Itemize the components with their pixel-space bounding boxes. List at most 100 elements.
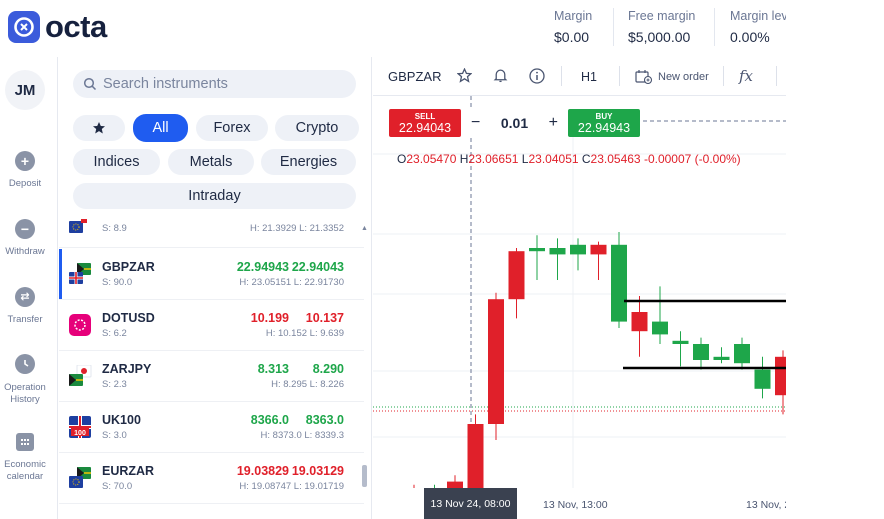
chart-area[interactable]: GBPZAR H1 New order fx SELL 22.94043 − 0… <box>373 57 786 519</box>
candle-body <box>713 356 730 360</box>
search-input[interactable] <box>103 76 343 92</box>
instrument-symbol: DOTUSD <box>102 311 155 325</box>
search-icon <box>83 77 97 91</box>
filter-metals[interactable]: Metals <box>168 149 254 175</box>
gb-zar-flag-icon <box>69 263 91 285</box>
margin-level-stat: Margin level 0.00% <box>730 9 786 45</box>
margin-level-clip: Margin level 0.00% <box>718 0 786 57</box>
time-tick: 13 Nov, 2 <box>746 499 786 511</box>
list-item[interactable]: DOTUSD S: 6.2 10.199 10.137 H: 10.152 L:… <box>59 300 364 351</box>
divider <box>714 8 715 46</box>
chart-symbol[interactable]: GBPZAR <box>388 69 441 84</box>
filter-intraday[interactable]: Intraday <box>73 183 356 209</box>
instrument-bid: 10.199 <box>250 311 289 325</box>
info-icon[interactable] <box>529 68 545 88</box>
time-tick: 13 Nov, 13:00 <box>543 499 608 511</box>
ohlc-close: 23.05463 <box>590 152 641 166</box>
ohlc-change: -0.00007 (-0.00%) <box>643 152 741 166</box>
candle-body <box>570 244 586 255</box>
ohlc-legend: O23.05470 H23.06651 L23.04051 C23.05463 … <box>397 152 741 166</box>
candle-body <box>467 424 484 488</box>
timeframe-selector[interactable]: H1 <box>581 70 597 84</box>
rail-economic-calendar-label: Economic calendar <box>4 459 46 482</box>
rail-withdraw[interactable]: − Withdraw <box>0 219 50 258</box>
ohlc-low: 23.04051 <box>528 152 579 166</box>
margin-value: $0.00 <box>554 29 590 45</box>
bell-icon[interactable] <box>493 68 508 87</box>
candles <box>413 232 786 488</box>
filter-energies[interactable]: Energies <box>261 149 356 175</box>
instrument-ask: 8.290 <box>312 362 344 376</box>
instrument-spread: S: 6.2 <box>102 328 127 339</box>
rail-economic-calendar[interactable]: Economic calendar <box>0 433 50 483</box>
margin-level-label: Margin level <box>730 9 786 23</box>
plus-circle-icon: + <box>15 151 35 171</box>
calendar-icon <box>16 433 34 451</box>
left-rail: JM + Deposit − Withdraw ⇄ Transfer Opera… <box>0 57 58 519</box>
candle-body <box>672 340 689 344</box>
instrument-ask: 22.94043 <box>291 260 344 274</box>
filter-forex[interactable]: Forex <box>196 115 268 141</box>
scroll-up-icon[interactable]: ▲ <box>361 225 368 232</box>
new-order-icon[interactable] <box>635 69 653 88</box>
octa-logo-icon <box>8 11 40 43</box>
chart-toolbar: GBPZAR H1 New order fx <box>373 57 786 96</box>
instrument-spread: S: 90.0 <box>102 277 133 288</box>
time-axis: 13 Nov 24, 08:00 13 Nov, 13:00 13 Nov, 2 <box>373 488 786 519</box>
avatar[interactable]: JM <box>5 70 45 110</box>
instrument-ask: 8363.0 <box>305 413 344 427</box>
star-icon[interactable] <box>456 67 473 87</box>
rail-operation-history-label: Operation History <box>4 382 46 405</box>
list-item[interactable]: EURZAR S: 70.0 19.03829 19.03129 H: 19.0… <box>59 453 364 504</box>
fx-icon[interactable]: fx <box>739 67 753 85</box>
divider <box>561 66 562 86</box>
ohlc-high: 23.06651 <box>468 152 519 166</box>
free-margin-stat: Free margin $5,000.00 <box>628 9 695 45</box>
candle-body <box>693 344 709 360</box>
polkadot-icon <box>69 314 91 336</box>
free-margin-label: Free margin <box>628 9 696 23</box>
list-item[interactable]: S: 8.9 H: 21.3929 L: 21.3352 <box>59 214 364 248</box>
instrument-symbol: EURZAR <box>102 464 155 478</box>
instrument-high-low: H: 8.295 L: 8.226 <box>271 379 344 390</box>
margin-level-value: 0.00% <box>730 29 770 45</box>
lot-value[interactable]: 0.01 <box>501 115 528 131</box>
crosshair-time-label: 13 Nov 24, 08:00 <box>424 488 517 519</box>
buy-button[interactable]: BUY 22.94943 <box>568 109 640 137</box>
list-item[interactable]: 100 UK100 S: 3.0 8366.0 8363.0 H: 8373.0… <box>59 402 364 453</box>
rail-deposit[interactable]: + Deposit <box>0 151 50 190</box>
list-item[interactable]: ZARJPY S: 2.3 8.313 8.290 H: 8.295 L: 8.… <box>59 351 364 402</box>
instrument-symbol: GBPZAR <box>102 260 155 274</box>
rail-transfer[interactable]: ⇄ Transfer <box>0 287 50 326</box>
search-bar[interactable] <box>73 70 356 98</box>
transfer-icon: ⇄ <box>15 287 35 307</box>
filter-favorites[interactable] <box>73 115 125 141</box>
instrument-symbol: ZARJPY <box>102 362 152 376</box>
filter-indices[interactable]: Indices <box>73 149 160 175</box>
filter-crypto[interactable]: Crypto <box>275 115 359 141</box>
sell-price: 22.94043 <box>398 121 452 135</box>
instrument-spread: S: 8.9 <box>102 223 127 234</box>
scrollbar-thumb[interactable] <box>362 465 367 487</box>
divider <box>613 8 614 46</box>
instrument-symbol: UK100 <box>102 413 141 427</box>
filter-all[interactable]: All <box>133 114 188 142</box>
candle-body <box>508 251 525 300</box>
ohlc-open: 23.05470 <box>406 152 457 166</box>
brand-logo[interactable]: octa <box>8 11 107 43</box>
candle-body <box>549 248 566 255</box>
margin-stat: Margin $0.00 <box>554 9 592 45</box>
list-item[interactable]: GBPZAR S: 90.0 22.94943 22.94043 H: 23.0… <box>59 249 364 300</box>
buy-price: 22.94943 <box>577 121 631 135</box>
sell-button[interactable]: SELL 22.94043 <box>389 109 461 137</box>
instrument-bid: 8.313 <box>257 362 289 376</box>
candle-body <box>488 299 504 424</box>
minus-circle-icon: − <box>15 219 35 239</box>
decrease-lot-button[interactable]: − <box>471 114 480 132</box>
divider <box>619 66 620 86</box>
increase-lot-button[interactable]: + <box>549 114 558 132</box>
rail-operation-history[interactable]: Operation History <box>0 354 50 406</box>
lot-stepper[interactable]: − 0.01 + <box>461 109 568 137</box>
candle-body <box>590 244 607 255</box>
new-order-button[interactable]: New order <box>658 71 709 83</box>
